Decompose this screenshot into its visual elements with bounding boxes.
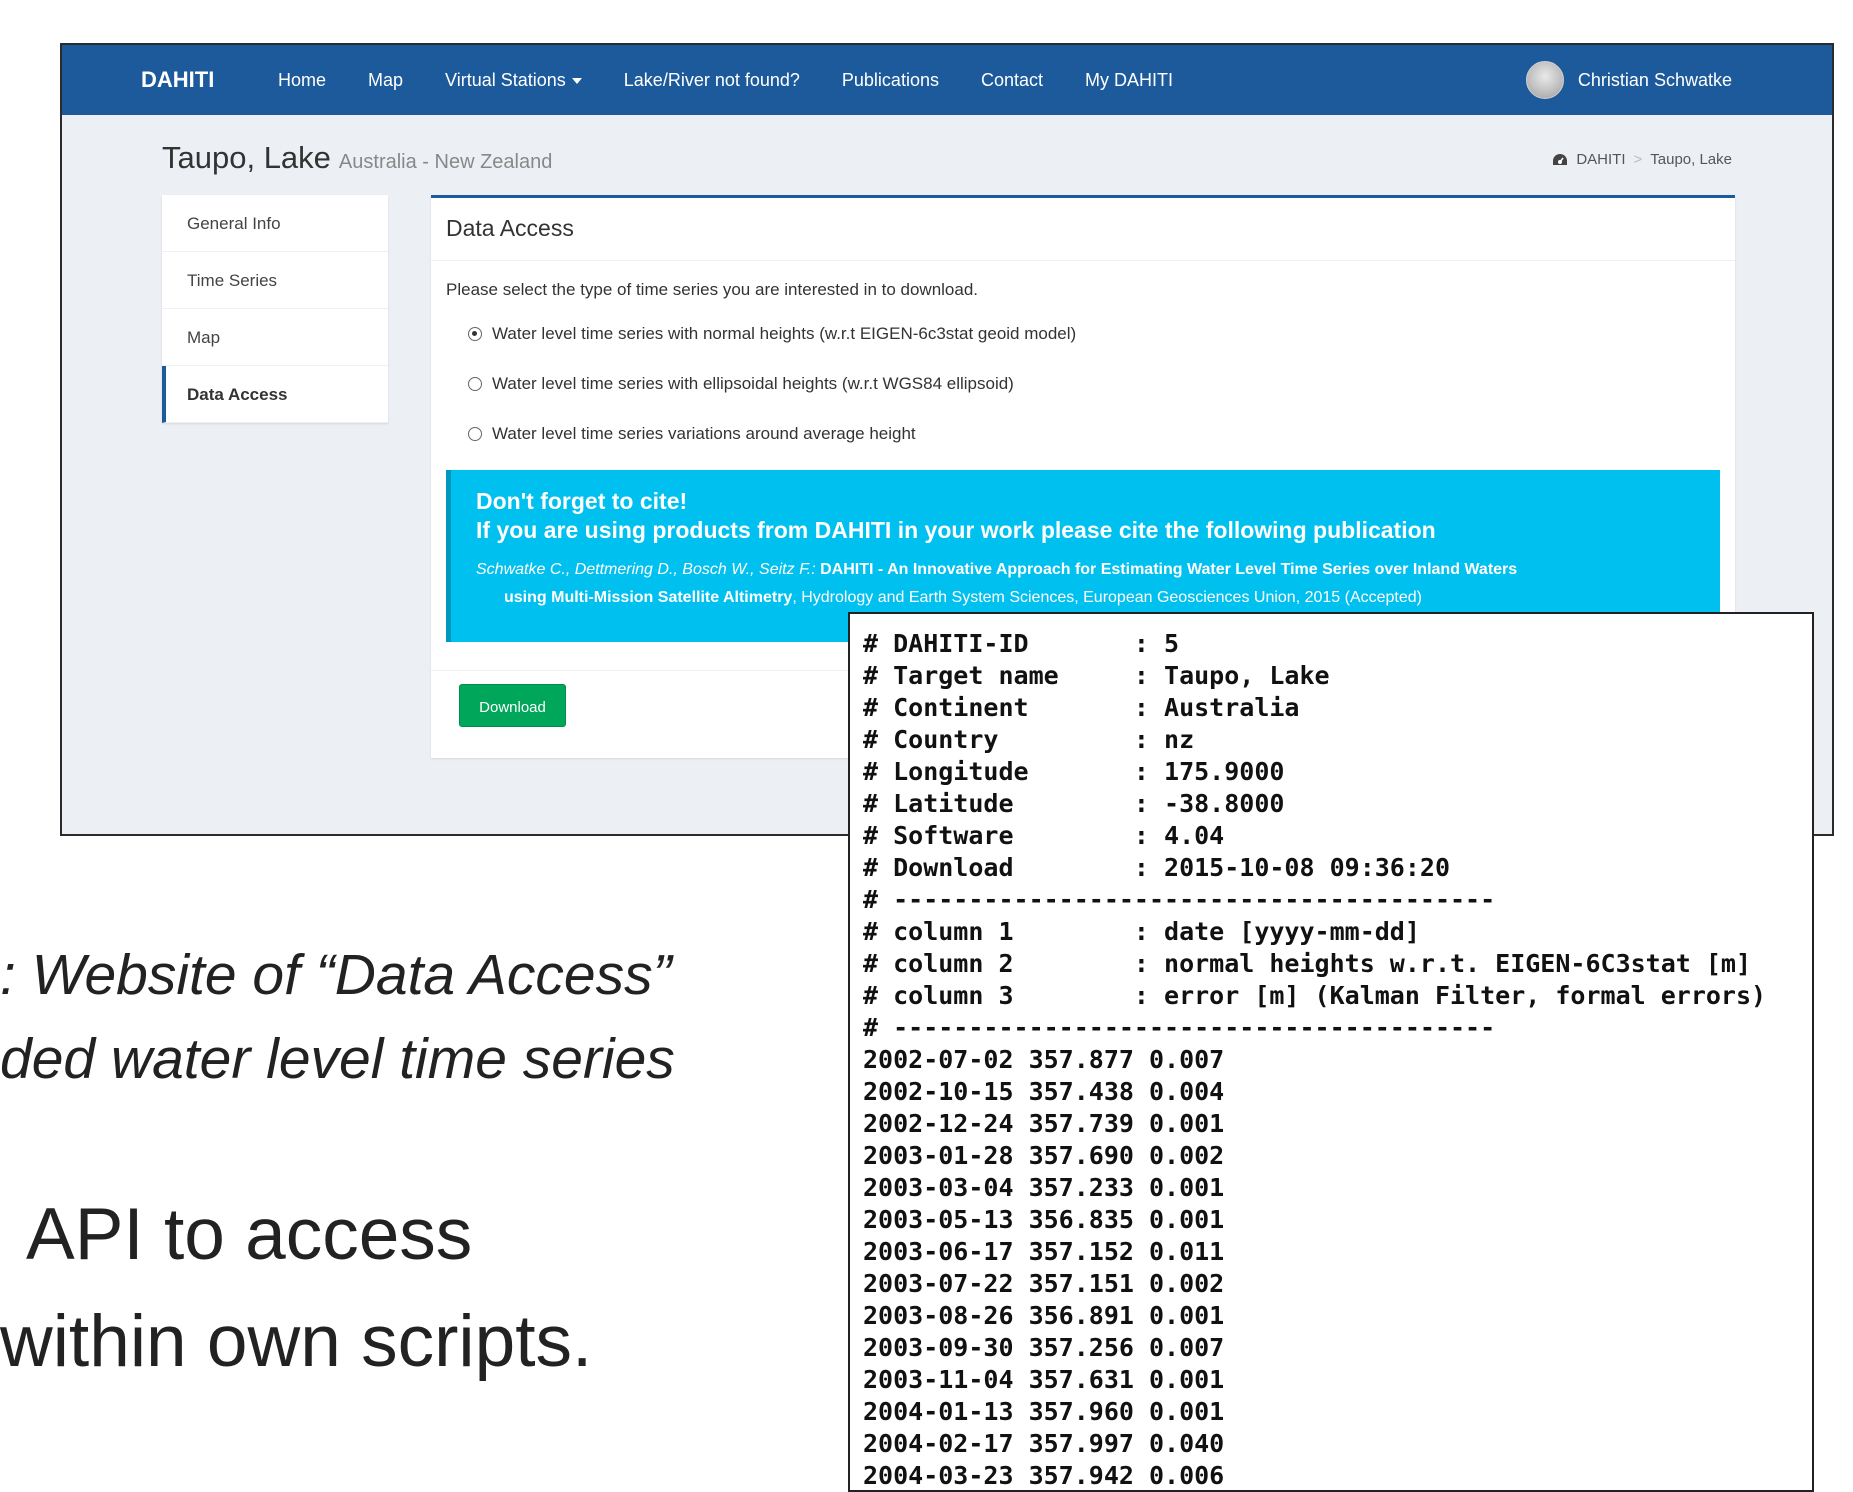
- radio-option-normal-heights[interactable]: Water level time series with normal heig…: [468, 324, 1076, 344]
- caret-down-icon: [571, 77, 582, 84]
- figure-caption-line-2: ded water level time series: [0, 1027, 675, 1091]
- breadcrumb-home[interactable]: DAHITI: [1576, 151, 1625, 168]
- citation-journal: , Hydrology and Earth System Sciences, E…: [792, 589, 1422, 606]
- file-line: # --------------------------------------…: [863, 1013, 1496, 1042]
- nav-lake-river-not-found[interactable]: Lake/River not found?: [603, 70, 821, 91]
- brand-logo[interactable]: DAHITI: [141, 67, 214, 93]
- nav-my-dahiti[interactable]: My DAHITI: [1064, 70, 1194, 91]
- radio-option-ellipsoidal-heights[interactable]: Water level time series with ellipsoidal…: [468, 374, 1014, 394]
- top-navbar: DAHITI Home Map Virtual Stations Lake/Ri…: [62, 45, 1832, 115]
- body-text-line-1-text: API to access: [26, 1194, 473, 1275]
- radio-label: Water level time series variations aroun…: [492, 424, 916, 443]
- data-row: 2003-07-22 357.151 0.002: [863, 1269, 1225, 1298]
- body-text-line-1: API to access: [0, 1193, 472, 1276]
- sidebar-item-map[interactable]: Map: [162, 309, 388, 366]
- file-line: # DAHITI-ID : 5: [863, 629, 1180, 658]
- body-text-line-2: within own scripts.: [0, 1301, 593, 1382]
- citation-title-2: using Multi-Mission Satellite Altimetry: [504, 589, 793, 606]
- page-subtitle: Australia - New Zealand: [338, 151, 553, 173]
- nav-home[interactable]: Home: [257, 70, 347, 91]
- data-row: 2003-08-26 356.891 0.001: [863, 1301, 1225, 1330]
- breadcrumb-separator: >: [1633, 151, 1643, 168]
- file-line: # Target name : Taupo, Lake: [863, 661, 1330, 690]
- data-row: 2002-10-15 357.438 0.004: [863, 1077, 1225, 1106]
- data-row: 2003-03-04 357.233 0.001: [863, 1173, 1225, 1202]
- file-line: # Continent : Australia: [863, 693, 1300, 722]
- citation-title-1: DAHITI - An Innovative Approach for Esti…: [820, 561, 1518, 578]
- callout-heading: Don't forget to cite!: [476, 488, 688, 514]
- page-title: Taupo, Lake Australia - New Zealand: [162, 140, 552, 176]
- breadcrumb-current: Taupo, Lake: [1650, 151, 1732, 168]
- file-line: # Country : nz: [863, 725, 1195, 754]
- data-row: 2004-01-13 357.960 0.001: [863, 1397, 1225, 1426]
- file-line: # --------------------------------------…: [863, 885, 1496, 914]
- radio-button[interactable]: [468, 427, 482, 441]
- data-row: 2003-06-17 357.152 0.011: [863, 1237, 1225, 1266]
- file-line: # Download : 2015-10-08 09:36:20: [863, 853, 1450, 882]
- file-line: # Latitude : -38.8000: [863, 789, 1285, 818]
- breadcrumb: DAHITI > Taupo, Lake: [1552, 151, 1732, 168]
- sidebar-item-general-info[interactable]: General Info: [162, 195, 388, 252]
- callout-subheading: If you are using products from DAHITI in…: [476, 517, 1436, 543]
- data-row: 2003-05-13 356.835 0.001: [863, 1205, 1225, 1234]
- sidebar-item-data-access[interactable]: Data Access: [162, 366, 388, 423]
- data-row: 2004-03-23 357.942 0.006: [863, 1461, 1225, 1490]
- download-button[interactable]: Download: [459, 684, 566, 727]
- citation-text: Schwatke C., Dettmering D., Bosch W., Se…: [476, 556, 1720, 612]
- nav-publications[interactable]: Publications: [821, 70, 960, 91]
- radio-label: Water level time series with ellipsoidal…: [492, 374, 1014, 393]
- nav-menu: Home Map Virtual Stations Lake/River not…: [257, 70, 1194, 91]
- avatar: [1525, 61, 1564, 99]
- citation-authors: Schwatke C., Dettmering D., Bosch W., Se…: [476, 561, 816, 578]
- data-file-view: # DAHITI-ID : 5 # Target name : Taupo, L…: [848, 612, 1814, 1492]
- panel-title: Data Access: [446, 215, 574, 241]
- nav-virtual-stations-label: Virtual Stations: [445, 69, 566, 90]
- page-title-text: Taupo, Lake: [162, 140, 331, 175]
- panel-divider: [431, 260, 1735, 261]
- data-row: 2003-09-30 357.256 0.007: [863, 1333, 1225, 1362]
- nav-contact[interactable]: Contact: [960, 70, 1064, 91]
- data-row: 2004-02-17 357.997 0.040: [863, 1429, 1225, 1458]
- nav-map[interactable]: Map: [347, 70, 424, 91]
- data-row: 2002-07-02 357.877 0.007: [863, 1045, 1225, 1074]
- figure-caption-line-1: : Website of “Data Access”: [0, 943, 672, 1007]
- user-menu[interactable]: Christian Schwatke: [1525, 61, 1732, 99]
- dashboard-icon: [1553, 153, 1568, 165]
- nav-virtual-stations[interactable]: Virtual Stations: [424, 70, 603, 91]
- sidebar-item-time-series[interactable]: Time Series: [162, 252, 388, 309]
- file-line: # Software : 4.04: [863, 821, 1225, 850]
- radio-button[interactable]: [468, 327, 482, 341]
- file-line: # Longitude : 175.9000: [863, 757, 1285, 786]
- sidebar-menu: General Info Time Series Map Data Access: [162, 195, 388, 423]
- radio-button[interactable]: [468, 377, 482, 391]
- user-name: Christian Schwatke: [1577, 69, 1732, 90]
- file-line: # column 1 : date [yyyy-mm-dd]: [863, 917, 1420, 946]
- intro-text: Please select the type of time series yo…: [446, 280, 979, 299]
- radio-label: Water level time series with normal heig…: [492, 324, 1077, 343]
- radio-option-variations[interactable]: Water level time series variations aroun…: [468, 424, 916, 444]
- file-line: # column 3 : error [m] (Kalman Filter, f…: [863, 981, 1767, 1010]
- file-line: # column 2 : normal heights w.r.t. EIGEN…: [863, 949, 1752, 978]
- data-row: 2002-12-24 357.739 0.001: [863, 1109, 1225, 1138]
- data-row: 2003-11-04 357.631 0.001: [863, 1365, 1225, 1394]
- data-row: 2003-01-28 357.690 0.002: [863, 1141, 1225, 1170]
